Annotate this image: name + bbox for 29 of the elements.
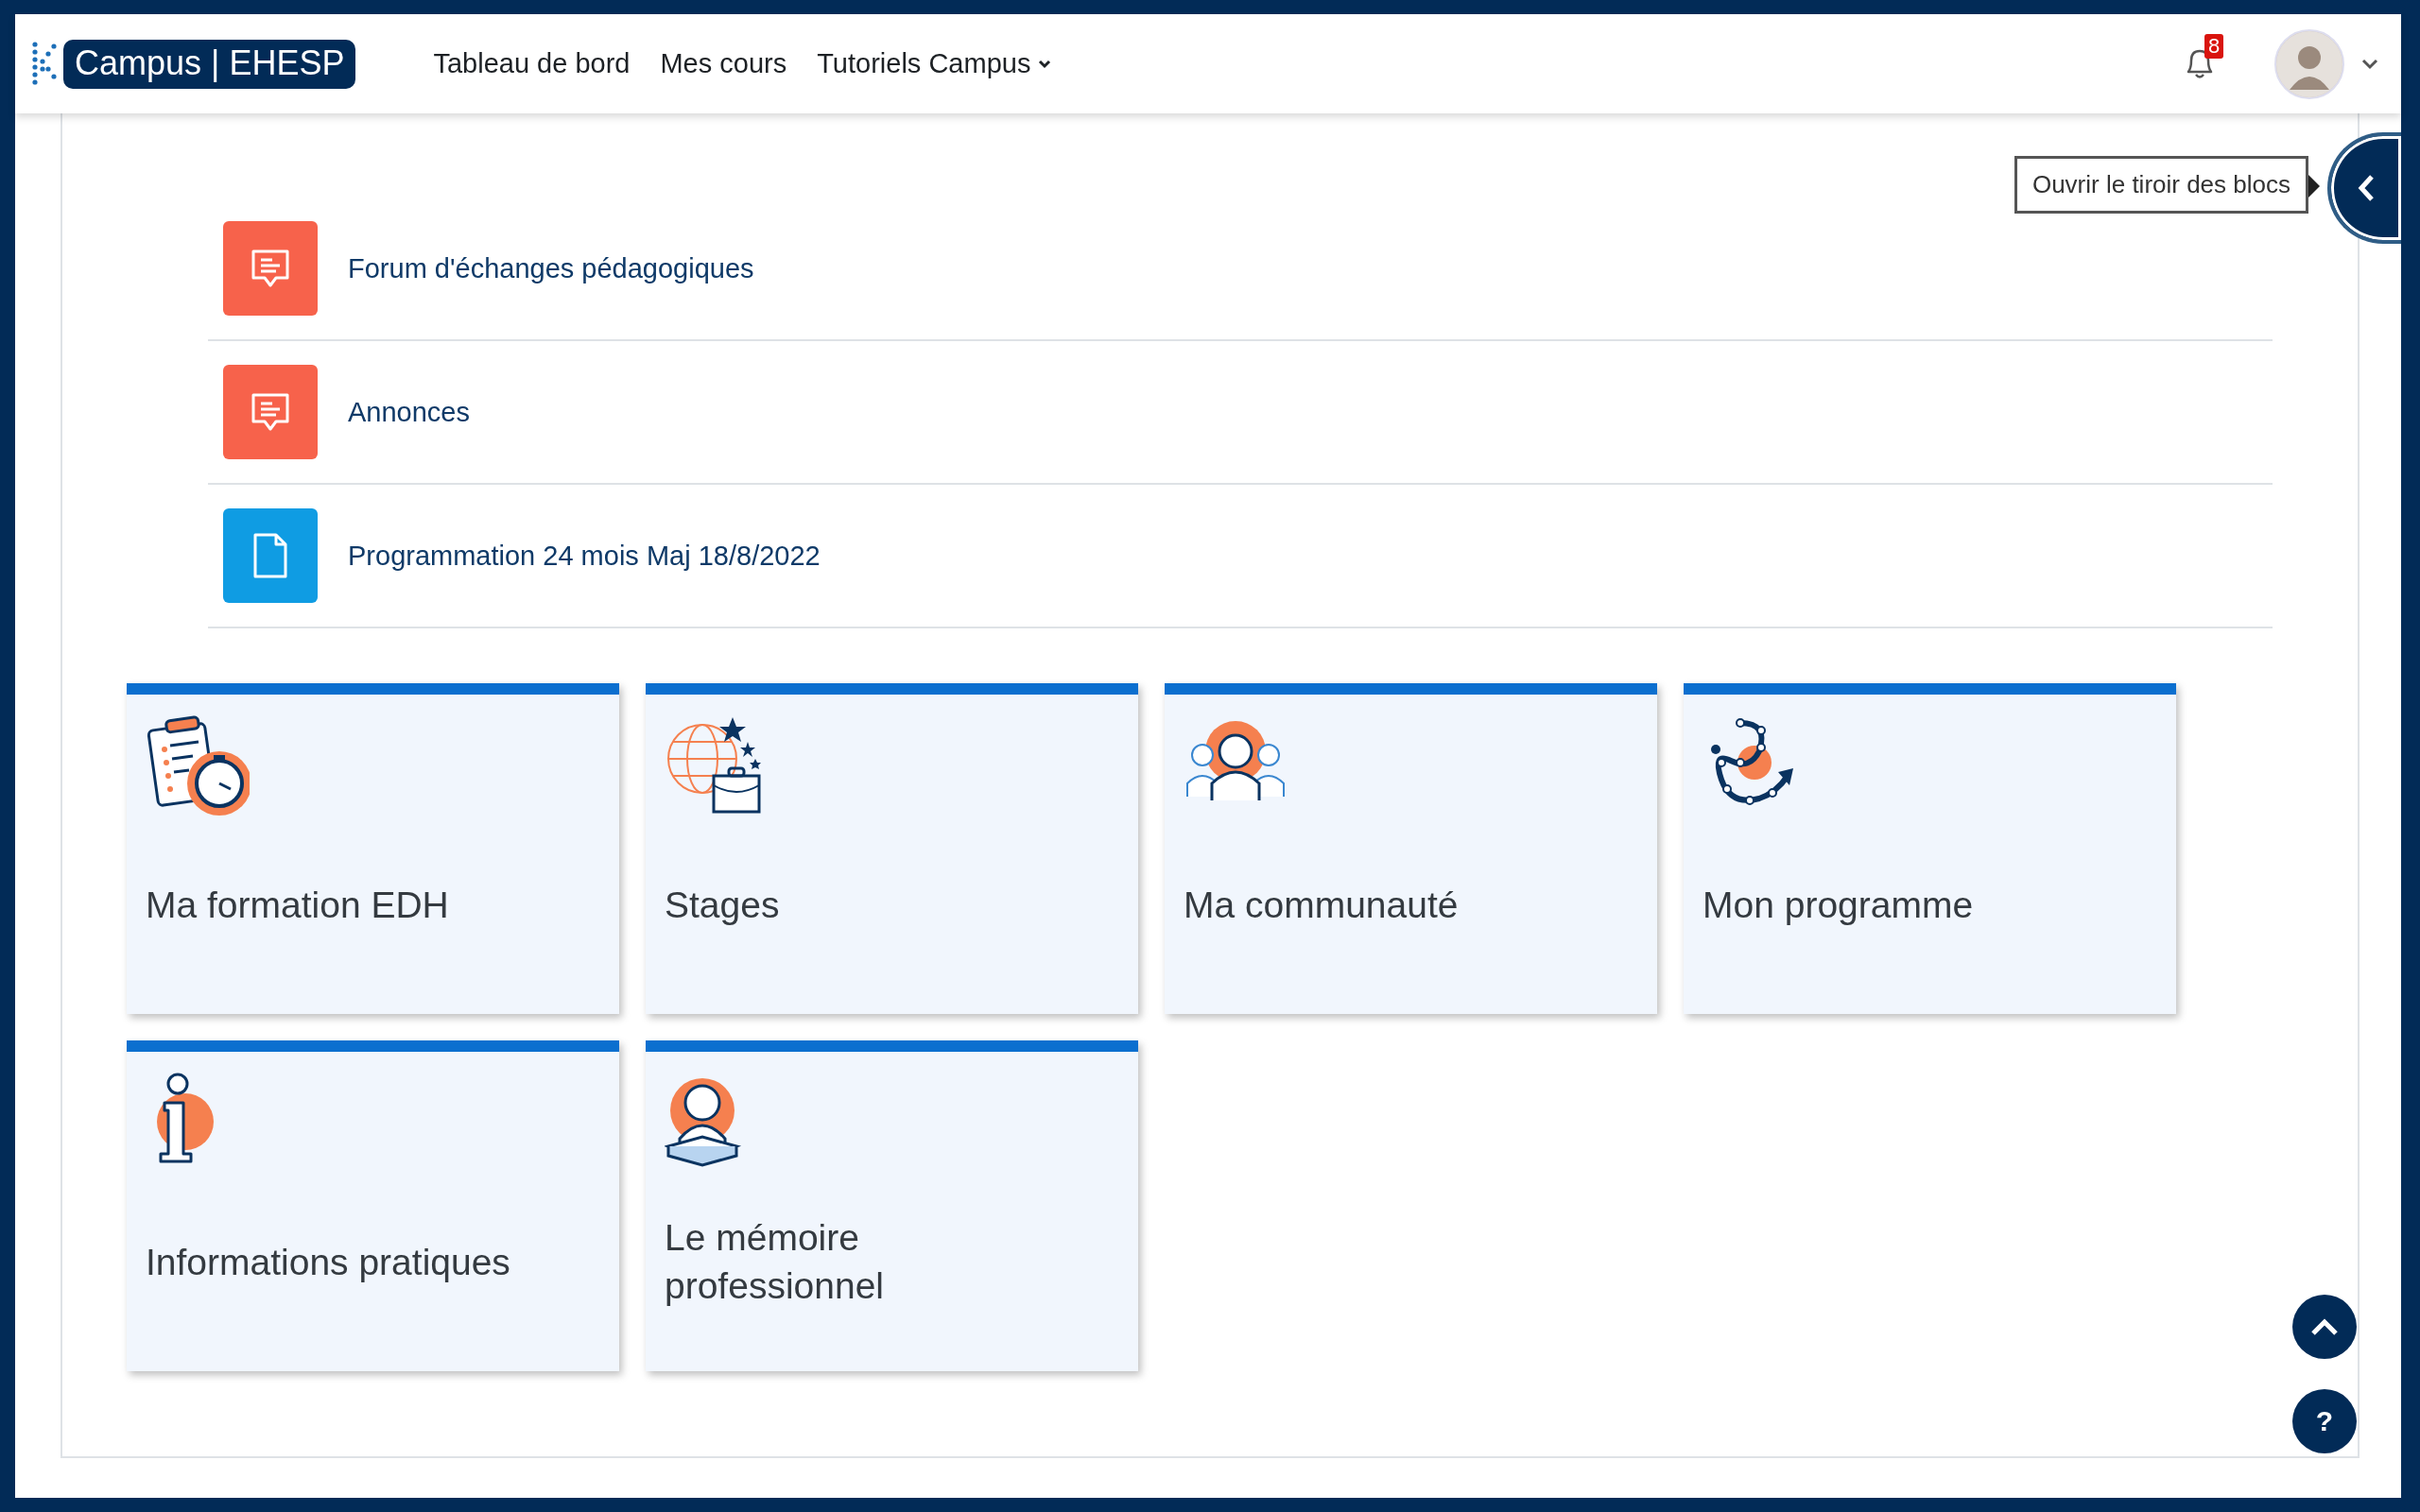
help-button[interactable]: ?	[2292, 1389, 2357, 1453]
tile-card[interactable]: Informations pratiques	[127, 1040, 619, 1371]
tile-title[interactable]: Mon programme	[1703, 881, 1974, 930]
nav-link[interactable]: Tableau de bord	[433, 48, 631, 79]
drawer-tooltip: Ouvrir le tiroir des blocs	[2014, 156, 2308, 214]
tile-card[interactable]: Mon programme	[1684, 683, 2176, 1014]
tile-title[interactable]: Ma communauté	[1184, 881, 1459, 930]
tile-title[interactable]: Ma formation EDH	[146, 881, 449, 930]
block-drawer-button[interactable]	[2327, 132, 2401, 244]
chevron-left-icon	[2357, 174, 2376, 202]
tile-card[interactable]: Ma communauté	[1165, 683, 1657, 1014]
nav-link[interactable]: Tutoriels Campus	[817, 48, 1052, 79]
tile-title[interactable]: Informations pratiques	[146, 1238, 510, 1287]
activity-link[interactable]: Forum d'échanges pédagogiques	[348, 252, 754, 284]
activity-link[interactable]: Annonces	[348, 396, 470, 428]
document-icon	[251, 533, 289, 578]
tile-card[interactable]: Le mémoire professionnel	[646, 1040, 1138, 1371]
activity-link[interactable]: Programmation 24 mois Maj 18/8/2022	[348, 540, 821, 572]
tile-title[interactable]: Stages	[665, 881, 780, 930]
tile-card[interactable]: Stages	[646, 683, 1138, 1014]
nav-link[interactable]: Mes cours	[660, 48, 787, 79]
chevron-up-icon	[2310, 1317, 2339, 1336]
clipboard-stopwatch-icon	[146, 713, 250, 817]
dotted-k-logo-icon	[31, 40, 58, 88]
tile-title[interactable]: Le mémoire professionnel	[665, 1214, 1080, 1311]
tile-card[interactable]: Ma formation EDH	[127, 683, 619, 1014]
notification-count-badge: 8	[2204, 33, 2224, 59]
site-logo-text[interactable]: Campus | EHESP	[63, 39, 356, 89]
chevron-down-icon[interactable]	[2361, 58, 2378, 70]
